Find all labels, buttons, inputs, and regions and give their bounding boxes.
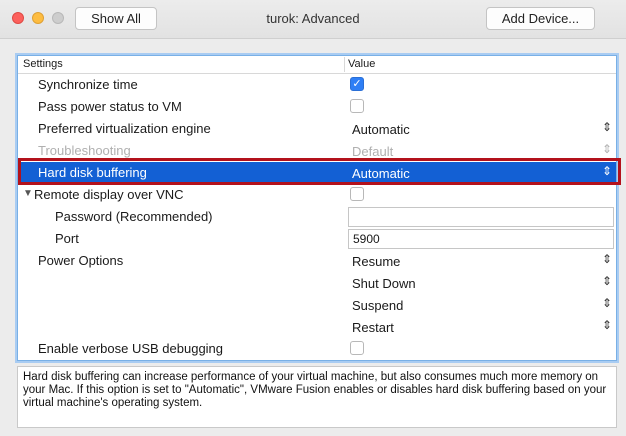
row-power-option-restart[interactable]: Restart ⇕ [18,316,616,338]
stepper-arrows-icon[interactable]: ⇕ [602,252,612,266]
virtualization-engine-select[interactable]: Automatic [352,122,410,137]
title-bar: Show All turok: Advanced Add Device... [0,0,626,39]
power-option-shutdown-select[interactable]: Shut Down [352,276,416,291]
disclosure-triangle-icon[interactable]: ▼ [23,188,33,199]
stepper-arrows-icon: ⇕ [601,142,612,156]
add-device-button[interactable]: Add Device... [486,7,595,30]
power-options-label: Power Options [38,253,124,268]
vnc-password-field[interactable] [348,207,614,227]
row-vnc-port[interactable]: Port 5900 [18,228,616,250]
row-power-option-suspend[interactable]: Suspend ⇕ [18,294,616,316]
row-synchronize-time[interactable]: Synchronize time ✓ [18,74,616,96]
row-virtualization-engine[interactable]: Preferred virtualization engine Automati… [18,118,616,140]
remote-display-vnc-label: Remote display over VNC [34,187,184,202]
row-vnc-password[interactable]: Password (Recommended) [18,206,616,228]
hard-disk-buffering-label: Hard disk buffering [38,165,147,180]
stepper-arrows-icon[interactable]: ⇕ [602,318,612,332]
stepper-arrows-icon[interactable]: ⇕ [602,120,612,134]
value-column-header[interactable]: Value [348,56,375,73]
power-option-suspend-select[interactable]: Suspend [352,298,403,313]
troubleshooting-label: Troubleshooting [38,143,131,158]
remote-display-vnc-checkbox[interactable] [350,187,364,201]
row-troubleshooting: Troubleshooting Default ⇕ [18,140,616,162]
stepper-arrows-icon[interactable]: ⇕ [602,274,612,288]
troubleshooting-select: Default [352,144,394,159]
row-verbose-usb-debugging[interactable]: Enable verbose USB debugging [18,338,616,360]
stepper-arrows-icon[interactable]: ⇕ [602,164,612,178]
settings-column-header[interactable]: Settings [23,56,63,73]
row-power-options[interactable]: Power Options Resume ⇕ [18,250,616,272]
row-hard-disk-buffering[interactable]: Hard disk buffering Automatic ⇕ [18,162,616,184]
pass-power-status-checkbox[interactable] [350,99,364,113]
row-remote-display-vnc[interactable]: ▼ Remote display over VNC [18,184,616,206]
power-option-restart-select[interactable]: Restart [352,320,394,335]
virtualization-engine-label: Preferred virtualization engine [38,121,211,136]
verbose-usb-debugging-label: Enable verbose USB debugging [38,341,224,356]
table-header: Settings Value [18,56,616,74]
vnc-password-label: Password (Recommended) [55,209,213,224]
synchronize-time-label: Synchronize time [38,77,138,92]
vnc-port-label: Port [55,231,79,246]
row-power-option-shutdown[interactable]: Shut Down ⇕ [18,272,616,294]
pass-power-status-label: Pass power status to VM [38,99,182,114]
setting-description: Hard disk buffering can increase perform… [17,366,617,428]
power-option-resume-select[interactable]: Resume [352,254,400,269]
vnc-port-field[interactable]: 5900 [348,229,614,249]
column-divider [344,57,345,72]
settings-table: Settings Value Synchronize time ✓ Pass p… [17,55,617,361]
stepper-arrows-icon[interactable]: ⇕ [602,296,612,310]
row-pass-power-status[interactable]: Pass power status to VM [18,96,616,118]
hard-disk-buffering-select[interactable]: Automatic [352,166,410,181]
verbose-usb-debugging-checkbox[interactable] [350,341,364,355]
synchronize-time-checkbox[interactable]: ✓ [350,77,364,91]
